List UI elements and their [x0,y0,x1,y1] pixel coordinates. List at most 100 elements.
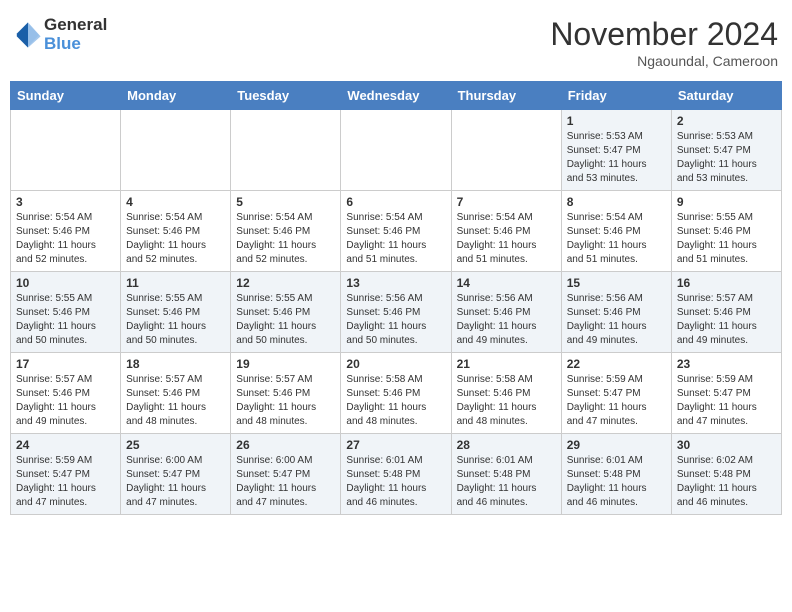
col-header-wednesday: Wednesday [341,82,451,110]
day-info: Sunrise: 5:59 AM Sunset: 5:47 PM Dayligh… [16,454,115,510]
col-header-thursday: Thursday [451,82,561,110]
title-block: November 2024 Ngaoundal, Cameroon [550,16,778,69]
day-number: 30 [677,438,776,452]
header-row: SundayMondayTuesdayWednesdayThursdayFrid… [11,82,782,110]
day-info: Sunrise: 5:56 AM Sunset: 5:46 PM Dayligh… [457,292,556,348]
day-cell: 19 Sunrise: 5:57 AM Sunset: 5:46 PM Dayli… [231,353,341,434]
day-number: 27 [346,438,445,452]
day-cell: 5 Sunrise: 5:54 AM Sunset: 5:46 PM Daylig… [231,191,341,272]
day-cell: 6 Sunrise: 5:54 AM Sunset: 5:46 PM Daylig… [341,191,451,272]
day-number: 9 [677,195,776,209]
day-cell: 1 Sunrise: 5:53 AM Sunset: 5:47 PM Daylig… [561,110,671,191]
day-info: Sunrise: 6:02 AM Sunset: 5:48 PM Dayligh… [677,454,776,510]
day-cell: 27Sunrise: 6:01 AM Sunset: 5:48 PM Dayli… [341,434,451,515]
logo-general: General [44,16,107,35]
day-number: 4 [126,195,225,209]
day-number: 8 [567,195,666,209]
day-info: Sunrise: 5:55 AM Sunset: 5:46 PM Dayligh… [16,292,115,348]
day-number: 6 [346,195,445,209]
day-number: 10 [16,276,115,290]
day-info: Sunrise: 5:55 AM Sunset: 5:46 PM Dayligh… [126,292,225,348]
day-cell [231,110,341,191]
week-row-5: 24 Sunrise: 5:59 AM Sunset: 5:47 PM Dayli… [11,434,782,515]
day-cell: 9 Sunrise: 5:55 AM Sunset: 5:46 PM Daylig… [671,191,781,272]
day-info: Sunrise: 5:57 AM Sunset: 5:46 PM Dayligh… [677,292,776,348]
logo-text: General Blue [44,16,107,53]
day-info: Sunrise: 5:54 AM Sunset: 5:46 PM Dayligh… [236,211,335,267]
day-cell: 29Sunrise: 6:01 AM Sunset: 5:48 PM Dayli… [561,434,671,515]
day-info: Sunrise: 5:57 AM Sunset: 5:46 PM Dayligh… [126,373,225,429]
day-number: 26 [236,438,335,452]
day-number: 14 [457,276,556,290]
day-number: 2 [677,114,776,128]
day-info: Sunrise: 5:55 AM Sunset: 5:46 PM Dayligh… [677,211,776,267]
day-cell: 8 Sunrise: 5:54 AM Sunset: 5:46 PM Daylig… [561,191,671,272]
day-number: 24 [16,438,115,452]
week-row-1: 1 Sunrise: 5:53 AM Sunset: 5:47 PM Daylig… [11,110,782,191]
day-info: Sunrise: 5:54 AM Sunset: 5:46 PM Dayligh… [567,211,666,267]
day-cell: 4Sunrise: 5:54 AM Sunset: 5:46 PM Daylig… [121,191,231,272]
day-cell: 14 Sunrise: 5:56 AM Sunset: 5:46 PM Dayli… [451,272,561,353]
day-info: Sunrise: 6:00 AM Sunset: 5:47 PM Dayligh… [126,454,225,510]
logo-icon [14,21,42,49]
week-row-4: 17 Sunrise: 5:57 AM Sunset: 5:46 PM Dayli… [11,353,782,434]
day-number: 12 [236,276,335,290]
day-cell: 30 Sunrise: 6:02 AM Sunset: 5:48 PM Dayli… [671,434,781,515]
day-info: Sunrise: 5:57 AM Sunset: 5:46 PM Dayligh… [16,373,115,429]
day-number: 11 [126,276,225,290]
day-cell [341,110,451,191]
day-number: 23 [677,357,776,371]
day-number: 21 [457,357,556,371]
day-number: 28 [457,438,556,452]
col-header-saturday: Saturday [671,82,781,110]
day-cell: 10 Sunrise: 5:55 AM Sunset: 5:46 PM Dayli… [11,272,121,353]
day-number: 3 [16,195,115,209]
day-info: Sunrise: 5:59 AM Sunset: 5:47 PM Dayligh… [567,373,666,429]
day-number: 22 [567,357,666,371]
week-row-2: 3 Sunrise: 5:54 AM Sunset: 5:46 PM Daylig… [11,191,782,272]
calendar-table: SundayMondayTuesdayWednesdayThursdayFrid… [10,81,782,515]
day-info: Sunrise: 5:54 AM Sunset: 5:46 PM Dayligh… [346,211,445,267]
day-cell: 18Sunrise: 5:57 AM Sunset: 5:46 PM Dayli… [121,353,231,434]
day-info: Sunrise: 5:53 AM Sunset: 5:47 PM Dayligh… [567,130,666,186]
day-cell: 26 Sunrise: 6:00 AM Sunset: 5:47 PM Dayli… [231,434,341,515]
day-info: Sunrise: 5:54 AM Sunset: 5:46 PM Dayligh… [457,211,556,267]
day-info: Sunrise: 6:00 AM Sunset: 5:47 PM Dayligh… [236,454,335,510]
col-header-monday: Monday [121,82,231,110]
logo-blue: Blue [44,35,107,54]
day-cell: 16 Sunrise: 5:57 AM Sunset: 5:46 PM Dayli… [671,272,781,353]
day-cell: 7Sunrise: 5:54 AM Sunset: 5:46 PM Daylig… [451,191,561,272]
day-info: Sunrise: 5:57 AM Sunset: 5:46 PM Dayligh… [236,373,335,429]
day-info: Sunrise: 6:01 AM Sunset: 5:48 PM Dayligh… [457,454,556,510]
day-number: 17 [16,357,115,371]
day-info: Sunrise: 5:54 AM Sunset: 5:46 PM Dayligh… [16,211,115,267]
day-number: 25 [126,438,225,452]
day-cell [121,110,231,191]
day-cell: 25 Sunrise: 6:00 AM Sunset: 5:47 PM Dayli… [121,434,231,515]
day-info: Sunrise: 5:55 AM Sunset: 5:46 PM Dayligh… [236,292,335,348]
day-number: 5 [236,195,335,209]
day-cell: 2 Sunrise: 5:53 AM Sunset: 5:47 PM Daylig… [671,110,781,191]
day-cell: 24 Sunrise: 5:59 AM Sunset: 5:47 PM Dayli… [11,434,121,515]
col-header-sunday: Sunday [11,82,121,110]
day-info: Sunrise: 5:53 AM Sunset: 5:47 PM Dayligh… [677,130,776,186]
month-title: November 2024 [550,16,778,53]
day-cell: 15Sunrise: 5:56 AM Sunset: 5:46 PM Dayli… [561,272,671,353]
day-cell: 11 Sunrise: 5:55 AM Sunset: 5:46 PM Dayli… [121,272,231,353]
day-number: 19 [236,357,335,371]
day-cell: 28 Sunrise: 6:01 AM Sunset: 5:48 PM Dayli… [451,434,561,515]
day-cell: 13 Sunrise: 5:56 AM Sunset: 5:46 PM Dayli… [341,272,451,353]
day-number: 16 [677,276,776,290]
day-cell: 3 Sunrise: 5:54 AM Sunset: 5:46 PM Daylig… [11,191,121,272]
day-number: 13 [346,276,445,290]
day-info: Sunrise: 5:58 AM Sunset: 5:46 PM Dayligh… [346,373,445,429]
day-number: 20 [346,357,445,371]
col-header-friday: Friday [561,82,671,110]
day-number: 1 [567,114,666,128]
day-info: Sunrise: 6:01 AM Sunset: 5:48 PM Dayligh… [567,454,666,510]
day-cell [451,110,561,191]
day-cell [11,110,121,191]
week-row-3: 10 Sunrise: 5:55 AM Sunset: 5:46 PM Dayli… [11,272,782,353]
day-cell: 20 Sunrise: 5:58 AM Sunset: 5:46 PM Dayli… [341,353,451,434]
day-info: Sunrise: 5:56 AM Sunset: 5:46 PM Dayligh… [346,292,445,348]
